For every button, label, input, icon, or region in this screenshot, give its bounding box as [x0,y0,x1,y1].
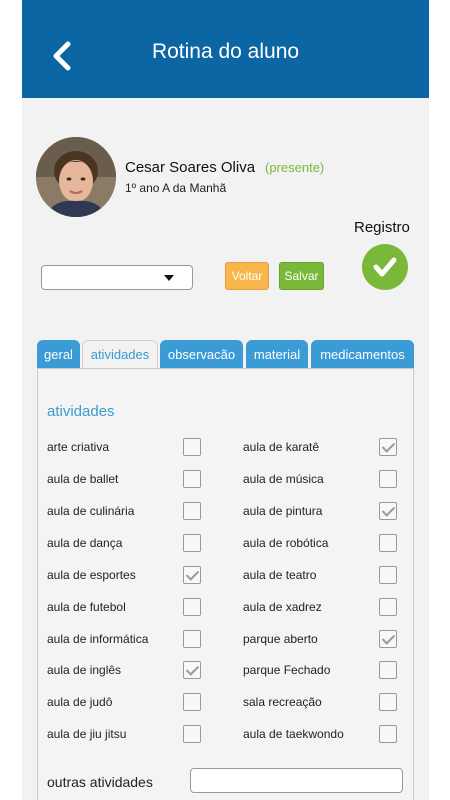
activity-label: aula de judô [47,695,113,709]
section-title: atividades [47,403,115,420]
tab-material[interactable]: material [246,340,308,368]
voltar-button[interactable]: Voltar [225,262,269,290]
app-header: Rotina do aluno [22,0,429,98]
activity-checkbox[interactable] [379,566,397,584]
student-class: 1º ano A da Manhã [125,181,227,195]
student-name: Cesar Soares Oliva [125,159,256,176]
activity-label: aula de pintura [243,504,323,518]
activity-checkbox[interactable] [379,598,397,616]
activity-checkbox[interactable] [183,534,201,552]
registro-button[interactable] [362,244,408,290]
activity-label: aula de robótica [243,536,329,550]
activity-label: aula de taekwondo [243,727,344,741]
activity-checkbox[interactable] [379,661,397,679]
activity-checkbox[interactable] [379,725,397,743]
activity-label: arte criativa [47,440,110,454]
student-avatar [36,137,116,217]
activity-label: aula de dança [47,536,123,550]
activity-checkbox[interactable] [183,661,201,679]
activities-panel: atividades arte criativa aula de ballet … [37,368,414,800]
activity-checkbox[interactable] [183,470,201,488]
activity-label: parque Fechado [243,663,331,677]
activity-label: aula de xadrez [243,600,322,614]
tab-medicamentos[interactable]: medicamentos [311,340,414,368]
activity-label: aula de futebol [47,600,126,614]
tab-atividades[interactable]: atividades [82,340,158,368]
activity-checkbox[interactable] [379,693,397,711]
tab-geral[interactable]: geral [37,340,80,368]
outras-atividades-label: outras atividades [47,774,153,790]
activity-checkbox[interactable] [183,630,201,648]
checkmark-icon [373,257,397,277]
page-title: Rotina do aluno [151,40,300,63]
activity-label: parque aberto [243,632,318,646]
activity-label: aula de inglês [47,663,122,677]
activity-label: aula de karatê [243,440,320,454]
activity-label: aula de culinária [47,504,135,518]
activity-label: sala recreação [243,695,322,709]
app-screen: Rotina do aluno Cesar Soares Oliva (pres… [22,0,429,800]
activity-checkbox[interactable] [379,502,397,520]
activity-label: aula de esportes [47,568,136,582]
tab-observacao[interactable]: observacão [160,340,243,368]
activity-checkbox[interactable] [183,438,201,456]
caret-down-icon [164,275,174,281]
attendance-status: (presente) [265,160,325,175]
activity-checkbox[interactable] [379,470,397,488]
activity-checkbox[interactable] [183,598,201,616]
activity-label: aula de teatro [243,568,317,582]
activity-checkbox[interactable] [183,725,201,743]
activity-checkbox[interactable] [183,693,201,711]
salvar-button[interactable]: Salvar [279,262,324,290]
activity-checkbox[interactable] [379,438,397,456]
avatar-image [36,137,116,217]
activity-checkbox[interactable] [379,534,397,552]
outras-atividades-input[interactable] [190,768,403,793]
activity-checkbox[interactable] [183,502,201,520]
activity-label: aula de música [243,472,324,486]
routine-select[interactable] [41,265,193,290]
activity-checkbox[interactable] [183,566,201,584]
activity-label: aula de informática [47,632,149,646]
activity-label: aula de jiu jitsu [47,727,127,741]
registro-label: Registro [354,219,410,236]
activity-checkbox[interactable] [379,630,397,648]
activity-label: aula de ballet [47,472,119,486]
